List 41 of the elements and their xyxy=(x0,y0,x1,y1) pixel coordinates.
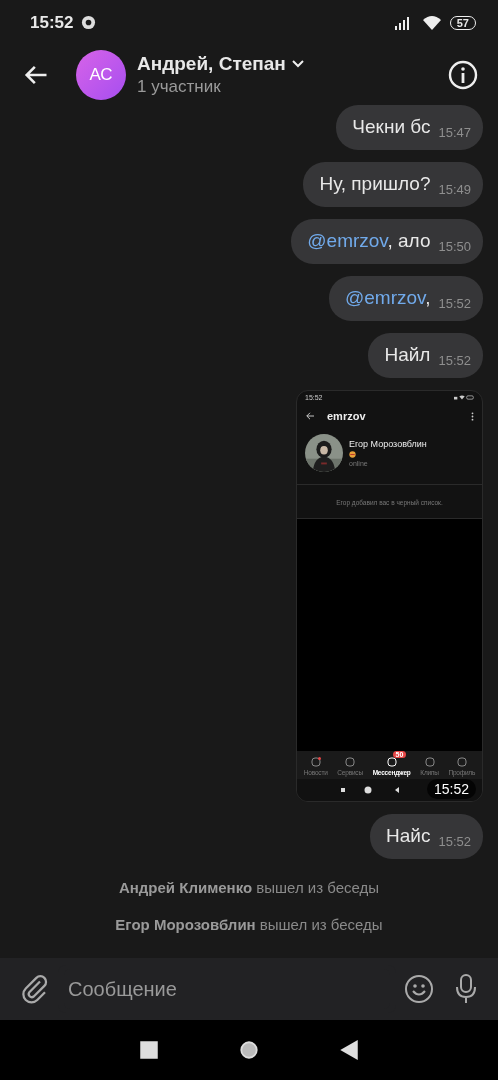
status-time: 15:52 xyxy=(30,12,74,33)
more-icon xyxy=(471,411,474,421)
back-button[interactable] xyxy=(339,1040,359,1060)
message-time: 15:52 xyxy=(426,779,476,799)
home-button[interactable] xyxy=(239,1040,259,1060)
back-icon xyxy=(305,412,315,420)
chevron-icon[interactable] xyxy=(291,60,304,68)
navigation-buttons-drawing xyxy=(340,786,399,794)
message-text: Чекни бс xyxy=(352,115,431,139)
status-icons-drawing xyxy=(454,395,474,400)
message-text: @emrzov, ало xyxy=(307,229,431,253)
message-time: 15:52 xyxy=(438,353,471,368)
tab-icon xyxy=(386,757,397,767)
profile-title: emrzov xyxy=(327,410,366,422)
avatar: АС xyxy=(76,50,126,100)
system-message: Андрей Клименко вышел из беседы xyxy=(118,879,380,896)
system-message: Егор Морозовблин вышел из беседы xyxy=(115,916,383,933)
tab-icon xyxy=(424,757,435,767)
message-text: Ну, пришло? xyxy=(319,172,431,196)
tab-icon xyxy=(456,757,467,767)
message-text: @emrzov, xyxy=(345,286,431,310)
emoji-icon xyxy=(349,451,356,458)
message-time: 15:52 xyxy=(438,296,471,311)
message-time: 15:52 xyxy=(438,834,471,849)
message-time: 15:49 xyxy=(438,182,471,197)
microphone-icon[interactable] xyxy=(454,974,478,1004)
info-icon[interactable] xyxy=(448,60,478,90)
attach-icon[interactable] xyxy=(20,974,50,1004)
message-text: Найс xyxy=(386,824,431,848)
message-text: Найл xyxy=(384,343,431,367)
profile-name: Егор Морозовблин xyxy=(349,439,427,449)
tab-icon xyxy=(345,757,356,767)
browser-icon xyxy=(81,15,97,30)
recents-button[interactable] xyxy=(139,1040,159,1060)
emoji-icon[interactable] xyxy=(404,974,434,1004)
wifi-icon xyxy=(421,14,442,31)
member-count: 1 участник xyxy=(137,77,222,97)
chat-title[interactable]: Андрей, Степан xyxy=(137,53,286,75)
message-time: 15:47 xyxy=(438,125,471,140)
message-time: 15:50 xyxy=(438,239,471,254)
tab-icon xyxy=(310,757,321,767)
